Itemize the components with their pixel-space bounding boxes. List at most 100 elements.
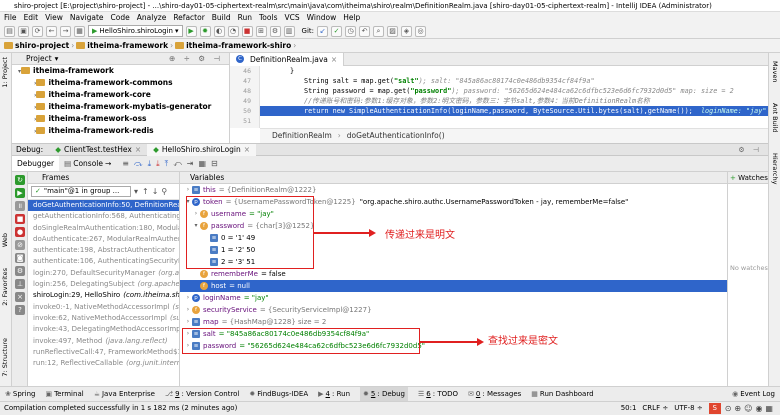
menu-vcs[interactable]: VCS — [284, 12, 299, 24]
ant-build-tool-tab[interactable]: Ant Build — [771, 103, 779, 133]
menu-code[interactable]: Code — [111, 12, 130, 24]
stack-frame[interactable]: doAuthenticate:267, ModularRealmAuthenti… — [28, 234, 179, 245]
settings-icon[interactable]: ⚙ — [15, 266, 25, 276]
favorites-tool-tab[interactable]: 2: Favorites — [1, 268, 9, 306]
input-method-icon[interactable]: S — [708, 403, 721, 414]
file-encoding[interactable]: UTF-8 ÷ — [674, 402, 703, 415]
variable-row[interactable]: f rememberMe = false — [180, 268, 727, 280]
stop-icon[interactable]: ■ — [241, 25, 253, 37]
stack-frame[interactable]: invoke:497, Method (java.lang.reflect) — [28, 336, 179, 347]
stack-frame[interactable]: doGetAuthenticationInfo:50, DefinitionRe… — [28, 200, 179, 212]
breadcrumb-submodule[interactable]: itheima-framework-shiro — [186, 41, 291, 50]
menu-edit[interactable]: Edit — [24, 12, 39, 24]
project-tree-item[interactable]: › itheima-framework-mybatis-generator — [12, 101, 229, 113]
breadcrumb-project[interactable]: shiro-project — [15, 41, 69, 50]
pin-icon[interactable]: ⊥ — [15, 279, 25, 289]
hierarchy-tool-tab[interactable]: Hierarchy — [771, 153, 779, 184]
project-header-label[interactable]: Project — [26, 53, 52, 65]
close-icon[interactable]: × — [135, 144, 141, 156]
stack-frame[interactable]: login:270, DefaultSecurityManager(org.ap… — [28, 268, 179, 279]
step-into-icon[interactable]: ⤓ — [148, 159, 152, 169]
variable-row[interactable]: › f securityService = {SecurityServiceImpl@… — [180, 304, 727, 316]
project-tree-item[interactable]: ▾ itheima-framework — [12, 65, 229, 77]
debugger-tab[interactable]: Debugger — [12, 156, 60, 171]
camera-icon[interactable]: ◙ — [15, 253, 25, 263]
structure-icon[interactable]: ⊞ — [255, 25, 267, 37]
git-commit-icon[interactable]: ✓ — [331, 25, 342, 37]
bottom-tab-java-enterprise[interactable]: ☕ Java Enterprise — [94, 387, 155, 402]
bottom-tab-version-control[interactable]: ⎇ 9: Version Control — [165, 387, 239, 402]
stack-frame[interactable]: invoke:62, NativeMethodAccessorImpl(sun.… — [28, 313, 179, 324]
evaluate-icon[interactable]: ▦ — [198, 159, 206, 168]
tray-icons[interactable]: ⊙⊕☺◉▦ — [725, 404, 776, 413]
revert-icon[interactable]: ↶ — [359, 25, 370, 37]
menu-navigate[interactable]: Navigate — [70, 12, 104, 24]
project-tool-tab[interactable]: 1: Project — [1, 57, 9, 88]
code-area[interactable]: } String salt = map.get("salt"); salt: "… — [260, 66, 768, 128]
variable-row[interactable]: › p loginName = "jay" — [180, 292, 727, 304]
breadcrumb-module[interactable]: itheima-framework — [87, 41, 168, 50]
project-tree-item[interactable]: › itheima-framework-core — [12, 89, 229, 101]
crumb-method[interactable]: doGetAuthenticationInfo() — [347, 129, 445, 143]
stack-frame[interactable]: invoke0:-1, NativeMethodAccessorImpl(sun… — [28, 302, 179, 313]
caret-position[interactable]: 50:1 — [621, 402, 637, 415]
variable-row[interactable]: › ≡ this = {DefinitionRealm@1222} — [180, 184, 727, 196]
menu-view[interactable]: View — [45, 12, 63, 24]
panel-settings-icon[interactable]: ⊕ ÷ ⚙ ⊣ — [169, 53, 223, 65]
run-to-cursor-icon[interactable]: ⇥ — [187, 159, 194, 168]
coverage-icon[interactable]: ◐ — [213, 25, 225, 37]
view-breakpoints-icon[interactable]: ● — [15, 227, 25, 237]
debug-icon[interactable]: ✹ — [199, 25, 211, 37]
trace-icon[interactable]: ⊟ — [211, 159, 218, 168]
mute-breakpoints-icon[interactable]: ⊘ — [15, 240, 25, 250]
maven-tool-tab[interactable]: Maven — [771, 61, 779, 83]
menu-refactor[interactable]: Refactor — [173, 12, 204, 24]
back-icon[interactable]: ← — [46, 25, 57, 37]
help-icon[interactable]: ? — [15, 305, 25, 315]
project-tree-item[interactable]: › itheima-framework-redis — [12, 125, 229, 137]
bottom-tab-event-log[interactable]: ◉ Event Log — [732, 387, 775, 402]
save-icon[interactable]: ▣ — [18, 25, 29, 37]
project-tree-item[interactable]: › itheima-framework-oss — [12, 113, 229, 125]
search-icon[interactable]: ⌕ — [373, 25, 384, 37]
close-icon[interactable]: × — [15, 292, 25, 302]
stop-icon[interactable]: ■ — [15, 214, 25, 224]
menu-run[interactable]: Run — [238, 12, 252, 24]
bottom-tab-debug[interactable]: ✹ 5: Debug — [360, 386, 408, 402]
debug-session-tab-active[interactable]: ◆ HelloShiro.shiroLogin × — [147, 143, 257, 156]
menu-help[interactable]: Help — [343, 12, 360, 24]
chevron-down-icon[interactable]: ▾ — [55, 53, 59, 65]
menu-file[interactable]: File — [4, 12, 17, 24]
stack-frame[interactable]: invoke:43, DelegatingMethodAccessorImpl(… — [28, 324, 179, 335]
chevron-down-icon[interactable]: ▾ — [134, 187, 138, 196]
bottom-tab-terminal[interactable]: ▣ Terminal — [45, 387, 83, 402]
force-step-into-icon[interactable]: ⤓ — [156, 159, 160, 169]
debug-session-tab[interactable]: ◆ ClientTest.testHex × — [49, 144, 147, 156]
thread-select[interactable]: ✓ "main"@1 in group ... — [31, 186, 131, 197]
close-icon[interactable]: × — [331, 53, 337, 66]
stack-frame[interactable]: authenticate:106, AuthenticatingSecurity… — [28, 256, 179, 267]
open-icon[interactable]: ▤ — [4, 25, 15, 37]
stack-frame[interactable]: doSingleRealmAuthentication:180, Modular… — [28, 223, 179, 234]
up-icon[interactable]: ↑ — [142, 187, 149, 196]
stack-frame[interactable]: runReflectiveCall:47, FrameworkMethod$1 — [28, 347, 179, 358]
stack-frame[interactable]: run:12, ReflectiveCallable (org.junit.int… — [28, 358, 179, 369]
menu-analyze[interactable]: Analyze — [137, 12, 167, 24]
menu-window[interactable]: Window — [307, 12, 337, 24]
run-configuration-select[interactable]: ▶ HelloShiro.shiroLogin ▾ — [88, 25, 183, 37]
bottom-tab-run[interactable]: ▶ 4: Run — [318, 387, 350, 402]
build-icon[interactable]: ▦ — [74, 25, 85, 37]
menu-tools[interactable]: Tools — [259, 12, 277, 24]
bottom-tab-spring[interactable]: ❀ Spring — [5, 387, 35, 402]
step-over-icon[interactable]: ⤼ — [134, 159, 143, 169]
sync-icon[interactable]: ⟳ — [32, 25, 43, 37]
web-tool-tab[interactable]: Web — [1, 233, 9, 247]
git-update-icon[interactable]: ↙ — [317, 25, 328, 37]
variable-row[interactable]: › ≡ map = {HashMap@1228} size = 2 — [180, 316, 727, 328]
sdk-icon[interactable]: ▨ — [387, 25, 398, 37]
stack-frame[interactable]: login:256, DelegatingSubject(org.apache.… — [28, 279, 179, 290]
stack-frame[interactable]: authenticate:198, AbstractAuthenticator — [28, 245, 179, 256]
forward-icon[interactable]: → — [60, 25, 71, 37]
pause-icon[interactable]: ॥ — [15, 201, 25, 211]
down-icon[interactable]: ↓ — [152, 187, 159, 196]
